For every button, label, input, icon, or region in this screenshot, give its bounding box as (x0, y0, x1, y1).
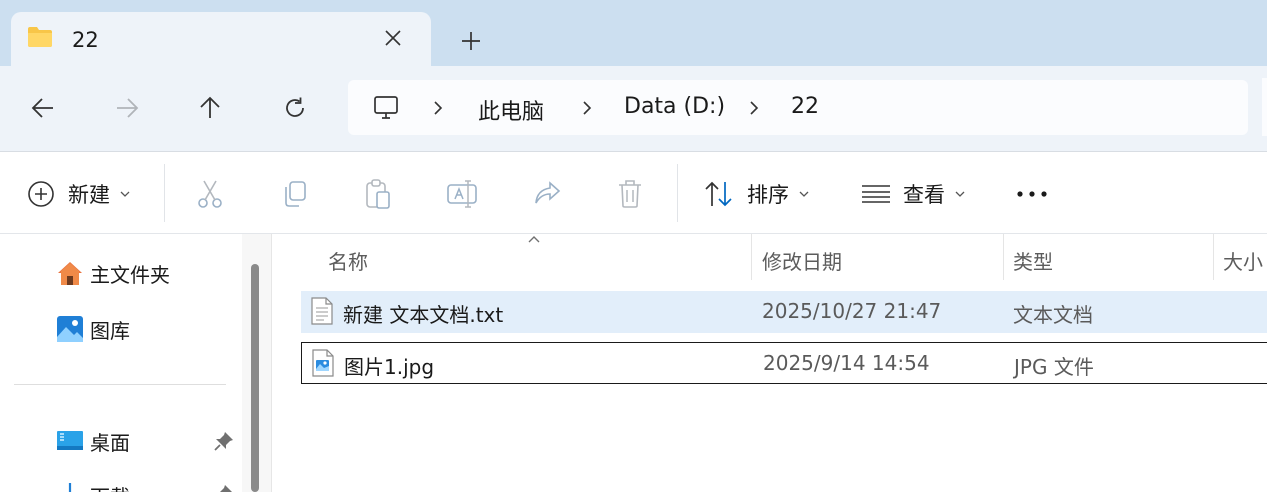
refresh-button[interactable] (273, 86, 317, 130)
clipboard-icon (366, 179, 390, 209)
command-bar: 新建 排序 查看 (0, 152, 1267, 234)
desktop-icon (57, 431, 83, 450)
share-icon (535, 181, 561, 204)
refresh-icon (286, 97, 304, 117)
sort-icon (705, 181, 732, 207)
copy-button[interactable] (281, 177, 309, 211)
add-circle-icon (28, 181, 54, 207)
plus-icon (462, 32, 480, 50)
sidebar-item-label: 桌面 (90, 430, 130, 455)
sidebar-item-home[interactable]: 主文件夹 (56, 256, 170, 290)
sidebar-item-label: 下载 (90, 481, 130, 492)
sort-button-label: 排序 (747, 183, 789, 207)
column-header-size[interactable]: 大小 (1223, 246, 1263, 275)
toolbar-separator (677, 164, 678, 222)
new-button-label: 新建 (68, 183, 110, 207)
computer-icon (374, 96, 398, 119)
column-header-name[interactable]: 名称 (328, 246, 368, 275)
sidebar-item-downloads[interactable]: 下载 (56, 478, 130, 492)
text-file-icon (311, 297, 333, 325)
trash-icon (619, 180, 641, 208)
navigation-pane: 主文件夹 图库 桌面 下载 (0, 234, 240, 492)
folder-icon (28, 27, 52, 47)
tab-22[interactable]: 22 (11, 12, 431, 68)
more-icon (1017, 191, 1047, 197)
sidebar-item-label: 图库 (90, 318, 130, 343)
sidebar-item-gallery[interactable]: 图库 (56, 312, 130, 346)
back-button[interactable] (21, 86, 65, 130)
file-modified: 2025/10/27 21:47 (762, 299, 942, 323)
delete-button[interactable] (617, 177, 643, 211)
paste-button[interactable] (364, 177, 392, 211)
navigation-bar: 此电脑 Data (D:) 22 (0, 66, 1267, 151)
column-separator[interactable] (1213, 234, 1214, 280)
column-separator[interactable] (751, 234, 752, 280)
chevron-right-icon (428, 97, 448, 119)
gallery-icon (57, 316, 83, 342)
file-type: 文本文档 (1013, 303, 1093, 327)
toolbar-separator (164, 164, 165, 222)
copy-icon (285, 181, 306, 207)
file-row[interactable]: 新建 文本文档.txt 2025/10/27 21:47 文本文档 (301, 291, 1267, 333)
pin-icon[interactable] (214, 431, 234, 451)
sidebar-item-desktop[interactable]: 桌面 (56, 424, 130, 458)
scissors-icon (198, 180, 222, 208)
sort-button[interactable]: 排序 (703, 177, 809, 211)
forward-button[interactable] (105, 86, 149, 130)
sidebar-divider (14, 384, 226, 385)
close-icon (385, 30, 401, 46)
rename-button[interactable] (446, 177, 478, 211)
rename-icon (447, 180, 477, 208)
chevron-down-icon (799, 191, 809, 197)
download-icon (68, 483, 72, 492)
chevron-down-icon (955, 191, 965, 197)
arrow-left-icon (31, 98, 53, 118)
file-row[interactable]: 图片1.jpg 2025/9/14 14:54 JPG 文件 (301, 342, 1267, 384)
new-button[interactable]: 新建 (26, 177, 130, 211)
image-file-icon (312, 349, 334, 377)
file-list: 名称 修改日期 类型 大小 新建 文本文档.txt 2025/10/27 21:… (273, 234, 1267, 492)
more-options-button[interactable] (1016, 177, 1048, 211)
file-name[interactable]: 图片1.jpg (344, 351, 434, 380)
sidebar-scrollbar-thumb[interactable] (251, 264, 259, 492)
column-header-type[interactable]: 类型 (1013, 246, 1053, 275)
tab-bar: 22 (0, 0, 1267, 68)
list-view-icon (862, 185, 890, 203)
home-icon (58, 262, 82, 285)
search-box-edge[interactable] (1262, 78, 1267, 136)
column-header-modified[interactable]: 修改日期 (762, 246, 842, 275)
pin-icon[interactable] (214, 484, 234, 492)
share-button[interactable] (532, 177, 562, 211)
close-tab-button[interactable] (379, 24, 407, 52)
view-button-label: 查看 (903, 183, 945, 207)
sidebar-item-label: 主文件夹 (90, 262, 170, 287)
tab-title: 22 (72, 28, 99, 52)
file-name[interactable]: 新建 文本文档.txt (343, 299, 503, 328)
chevron-right-icon (577, 97, 597, 119)
breadcrumb-data-drive[interactable]: Data (D:) (624, 94, 725, 119)
chevron-down-icon (120, 191, 130, 197)
sort-ascending-icon (528, 236, 540, 243)
new-tab-button[interactable] (452, 24, 490, 58)
up-button[interactable] (188, 86, 232, 130)
column-separator[interactable] (1003, 234, 1004, 280)
breadcrumb-current-folder[interactable]: 22 (791, 94, 819, 119)
cut-button[interactable] (196, 177, 224, 211)
chevron-right-icon (744, 97, 764, 119)
file-modified: 2025/9/14 14:54 (763, 351, 930, 375)
address-bar[interactable]: 此电脑 Data (D:) 22 (348, 80, 1248, 135)
file-type: JPG 文件 (1014, 355, 1094, 379)
breadcrumb-this-pc[interactable]: 此电脑 (478, 94, 544, 126)
arrow-up-icon (200, 96, 220, 118)
arrow-right-icon (117, 98, 139, 118)
view-button[interactable]: 查看 (861, 177, 965, 211)
